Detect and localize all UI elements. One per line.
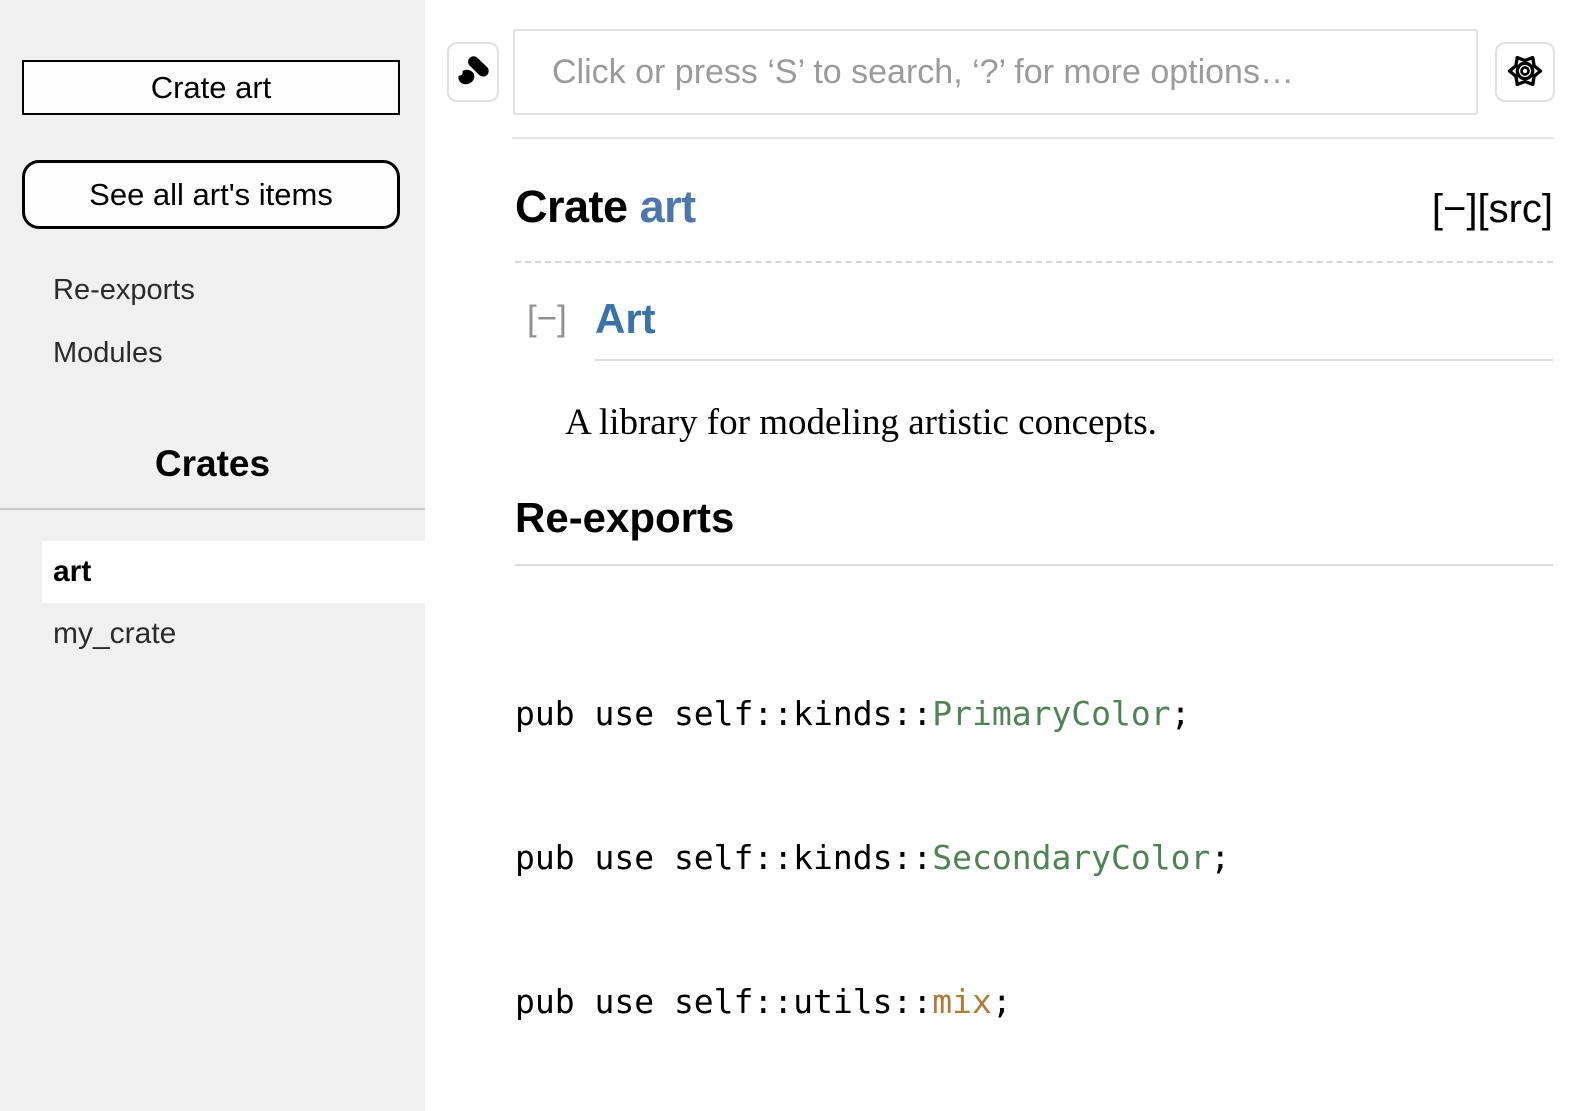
reexport-link-secondarycolor[interactable]: SecondaryColor <box>932 838 1210 877</box>
settings-button[interactable] <box>1495 42 1555 102</box>
search-input[interactable] <box>513 29 1478 115</box>
src-link[interactable]: [src] <box>1477 187 1553 231</box>
reexport-line: pub use self::kinds::PrimaryColor; <box>515 690 1553 738</box>
crate-list-item-my-crate[interactable]: my_crate <box>0 603 425 665</box>
reexport-line: pub use self::kinds::SecondaryColor; <box>515 834 1553 882</box>
crate-description: A library for modeling artistic concepts… <box>565 401 1553 444</box>
overview-section: [−] Art <box>515 295 1553 361</box>
code-prefix: pub use self::kinds:: <box>515 694 932 733</box>
sidebar-section-links: Re-exports Modules <box>0 259 425 385</box>
crate-doc-content: Crate art [−][src] [−] Art A library for… <box>425 181 1584 1111</box>
sidebar: Crate art See all art's items Re-exports… <box>0 0 425 1111</box>
main-content: Crate art [−][src] [−] Art A library for… <box>425 0 1584 1111</box>
code-suffix: ; <box>1171 694 1191 733</box>
sidebar-link-reexports[interactable]: Re-exports <box>0 259 425 322</box>
reexports-code-block: pub use self::kinds::PrimaryColor; pub u… <box>515 594 1553 1111</box>
page-header: Crate art [−][src] <box>515 181 1553 263</box>
reexport-line: pub use self::utils::mix; <box>515 978 1553 1026</box>
reexport-link-mix[interactable]: mix <box>932 982 992 1021</box>
search-bar <box>425 0 1584 115</box>
reexports-heading: Re-exports <box>515 494 1553 566</box>
code-prefix: pub use self::kinds:: <box>515 838 932 877</box>
crate-name-link[interactable]: art <box>640 181 696 232</box>
crates-list: art my_crate <box>0 508 425 665</box>
search-divider <box>512 137 1553 139</box>
sidebar-link-modules[interactable]: Modules <box>0 322 425 385</box>
collapse-all-toggle[interactable]: [−] <box>1432 187 1478 231</box>
code-prefix: pub use self::utils:: <box>515 982 932 1021</box>
overview-title-link[interactable]: Art <box>595 295 656 342</box>
see-all-items-button[interactable]: See all art's items <box>22 160 400 229</box>
crate-list-item-art[interactable]: art <box>42 541 425 603</box>
code-suffix: ; <box>992 982 1012 1021</box>
page-title: Crate art <box>515 181 696 233</box>
code-suffix: ; <box>1210 838 1230 877</box>
theme-picker-button[interactable] <box>447 42 499 102</box>
reexport-link-primarycolor[interactable]: PrimaryColor <box>932 694 1170 733</box>
crates-heading: Crates <box>0 443 425 485</box>
sidebar-crate-title: Crate art <box>22 60 400 115</box>
paintbrush-icon <box>454 52 492 93</box>
gear-icon <box>1505 51 1545 94</box>
page-title-prefix: Crate <box>515 181 628 232</box>
overview-block: Art <box>595 295 1553 361</box>
overview-collapse-toggle[interactable]: [−] <box>515 295 595 339</box>
header-controls: [−][src] <box>1432 187 1553 232</box>
